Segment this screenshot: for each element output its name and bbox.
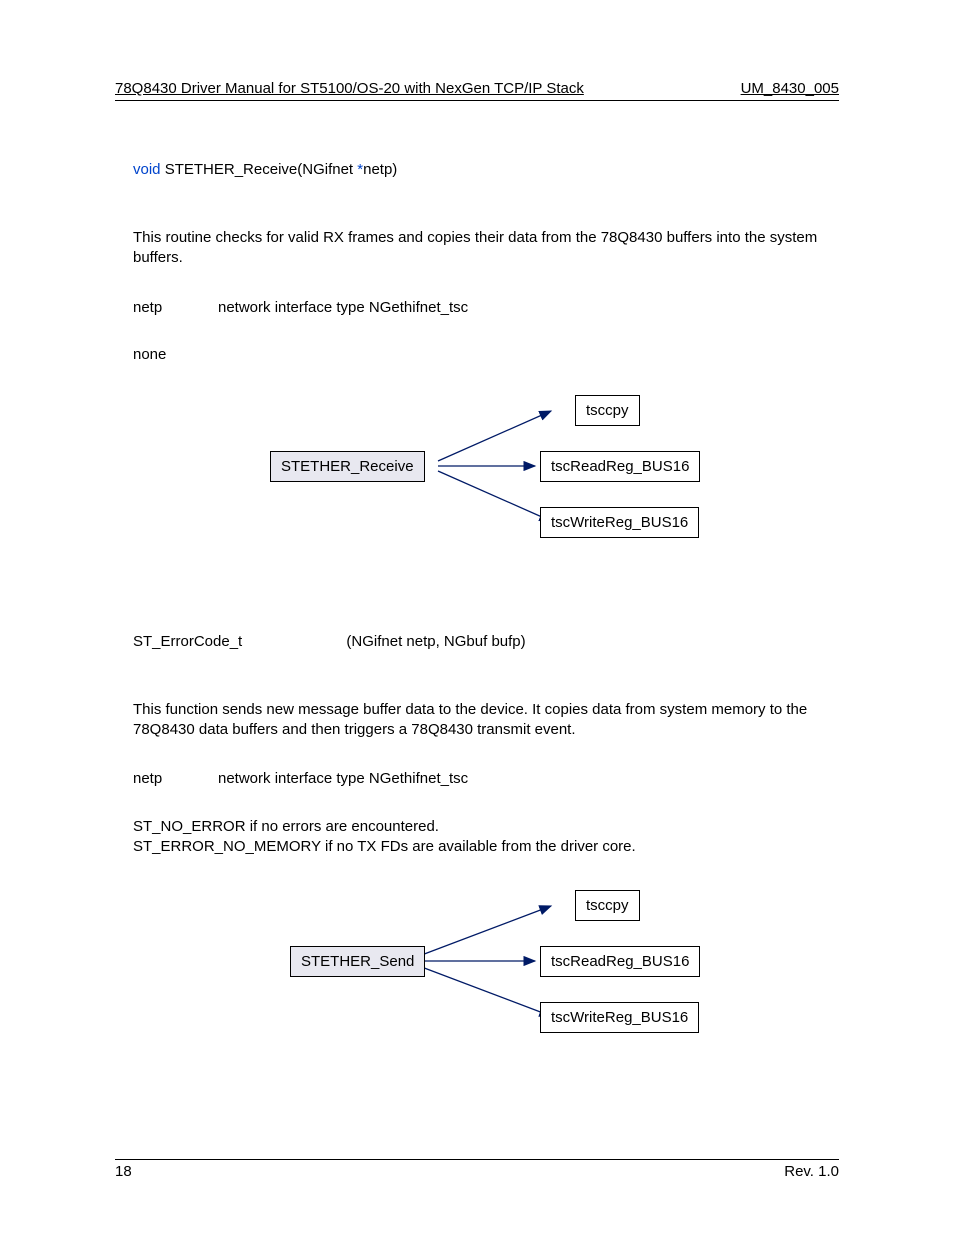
param-row-send: netp network interface type NGethifnet_t… <box>133 770 839 787</box>
header-docid: UM_8430_005 <box>741 80 839 97</box>
returns-line-2: ST_ERROR_NO_MEMORY if no TX FDs are avai… <box>133 837 839 857</box>
footer-page-number: 18 <box>115 1163 132 1180</box>
prototype-send: ST_ErrorCode_t (NGifnet netp, NGbuf bufp… <box>133 633 839 650</box>
returns-receive: none <box>133 346 839 363</box>
diagram-box-main: STETHER_Receive <box>270 451 425 482</box>
description-send: This function sends new message buffer d… <box>133 700 839 741</box>
param-name: netp <box>133 299 218 316</box>
param-desc: network interface type NGethifnet_tsc <box>218 770 468 787</box>
diagram-arrows <box>115 878 835 1048</box>
diagram-box-tsccpy: tsccpy <box>575 890 640 921</box>
returns-line-1: ST_NO_ERROR if no errors are encountered… <box>133 817 839 837</box>
proto-tail: netp) <box>363 161 397 178</box>
proto-args: (NGifnet netp, NGbuf bufp) <box>346 633 525 650</box>
diagram-arrows <box>115 383 835 553</box>
diagram-send: STETHER_Send tsccpy tscReadReg_BUS16 tsc… <box>115 878 835 1048</box>
diagram-box-readreg: tscReadReg_BUS16 <box>540 451 700 482</box>
header-title: 78Q8430 Driver Manual for ST5100/OS-20 w… <box>115 80 584 97</box>
proto-fn-name: STETHER_Receive(NGifnet <box>161 161 358 178</box>
returns-send: ST_NO_ERROR if no errors are encountered… <box>133 817 839 858</box>
keyword-void: void <box>133 161 161 178</box>
proto-return-type: ST_ErrorCode_t <box>133 633 246 650</box>
param-row-receive: netp network interface type NGethifnet_t… <box>133 299 839 316</box>
param-desc: network interface type NGethifnet_tsc <box>218 299 468 316</box>
description-receive: This routine checks for valid RX frames … <box>133 228 839 269</box>
diagram-receive: STETHER_Receive tsccpy tscReadReg_BUS16 … <box>115 383 835 553</box>
prototype-receive: void STETHER_Receive(NGifnet *netp) <box>133 161 839 178</box>
diagram-box-writereg: tscWriteReg_BUS16 <box>540 1002 699 1033</box>
param-name: netp <box>133 770 218 787</box>
page-footer: 18 Rev. 1.0 <box>115 1159 839 1180</box>
page-header: 78Q8430 Driver Manual for ST5100/OS-20 w… <box>115 80 839 101</box>
diagram-box-readreg: tscReadReg_BUS16 <box>540 946 700 977</box>
diagram-box-writereg: tscWriteReg_BUS16 <box>540 507 699 538</box>
footer-revision: Rev. 1.0 <box>784 1163 839 1180</box>
diagram-box-main: STETHER_Send <box>290 946 425 977</box>
diagram-box-tsccpy: tsccpy <box>575 395 640 426</box>
